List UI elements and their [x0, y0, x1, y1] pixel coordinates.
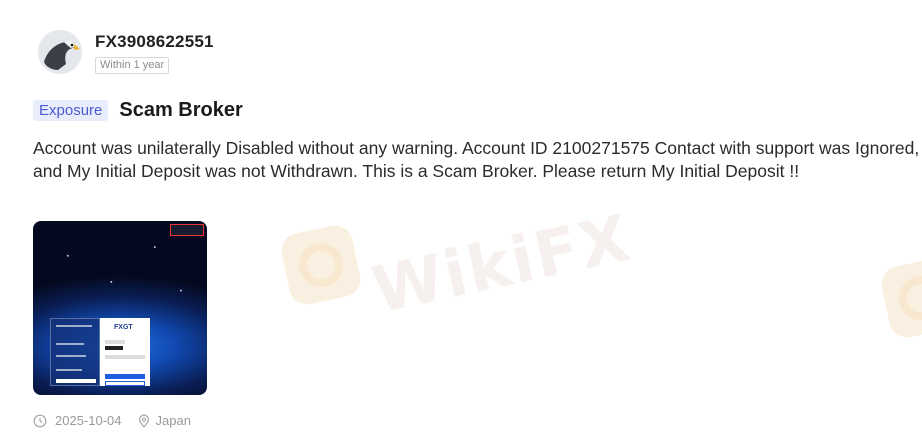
post-body: Account was unilaterally Disabled withou… [33, 138, 920, 181]
post-header: FX3908622551 Within 1 year [38, 30, 214, 74]
post-date: 2025-10-04 [55, 413, 122, 428]
post-title-row: Exposure Scam Broker [33, 99, 243, 122]
username[interactable]: FX3908622551 [95, 32, 214, 52]
eagle-avatar-icon[interactable] [38, 30, 82, 74]
watermark-logo-icon [878, 255, 922, 341]
screenshot-left-panel [50, 318, 100, 386]
exposure-tag: Exposure [33, 100, 109, 121]
thumbnail-logo: FXGT [114, 324, 133, 331]
screenshot-login-panel: FXGT [100, 318, 150, 386]
location-pin-icon [137, 413, 151, 428]
watermark-logo-right [878, 255, 922, 341]
watermark-text: WikiFX [366, 201, 638, 329]
post-title: Scam Broker [119, 99, 243, 121]
time-badge: Within 1 year [95, 57, 170, 74]
post-meta: 2025-10-04 Japan [33, 413, 191, 428]
post-location: Japan [155, 413, 191, 428]
post-image-thumbnail[interactable]: FXGT [33, 221, 207, 395]
clock-icon [33, 414, 47, 428]
watermark: WikiFX [278, 202, 638, 328]
highlight-box [170, 224, 204, 236]
watermark-logo-icon [278, 222, 364, 308]
